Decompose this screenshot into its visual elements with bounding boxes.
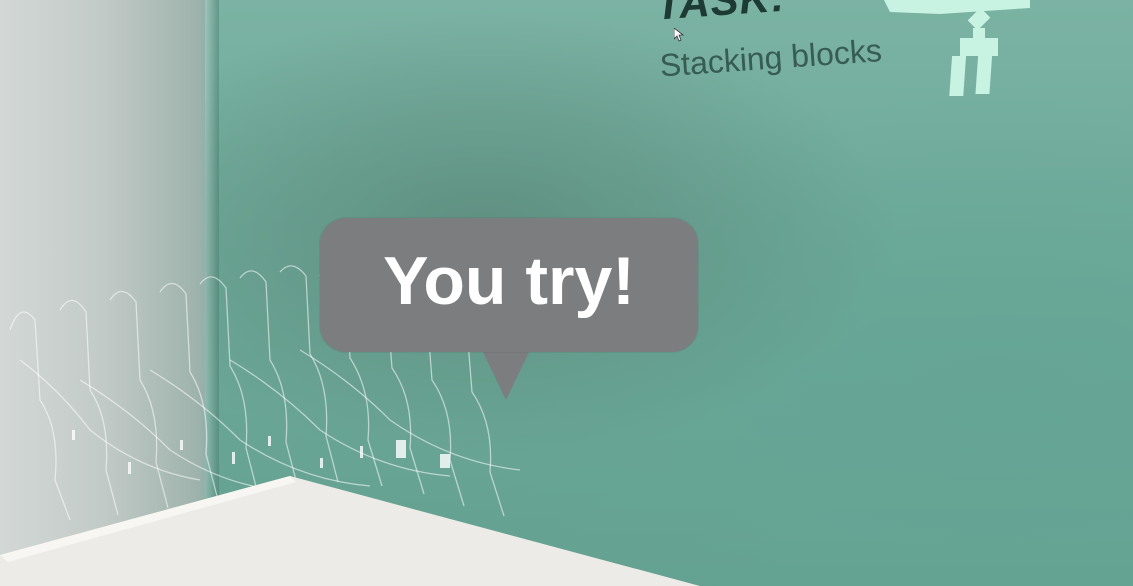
task-title: TASK: — [653, 0, 788, 29]
ghost-grip-marks — [72, 430, 450, 474]
task-subtitle: Stacking blocks — [658, 32, 883, 84]
speech-bubble-tail — [482, 350, 530, 400]
mouse-cursor-icon — [674, 28, 684, 42]
robot-gripper-icon — [884, 0, 1030, 96]
speech-bubble-message: You try! — [383, 243, 635, 319]
vr-scene: TASK: Stacking blocks You try! — [0, 0, 1133, 586]
speech-bubble: You try! — [320, 218, 698, 352]
